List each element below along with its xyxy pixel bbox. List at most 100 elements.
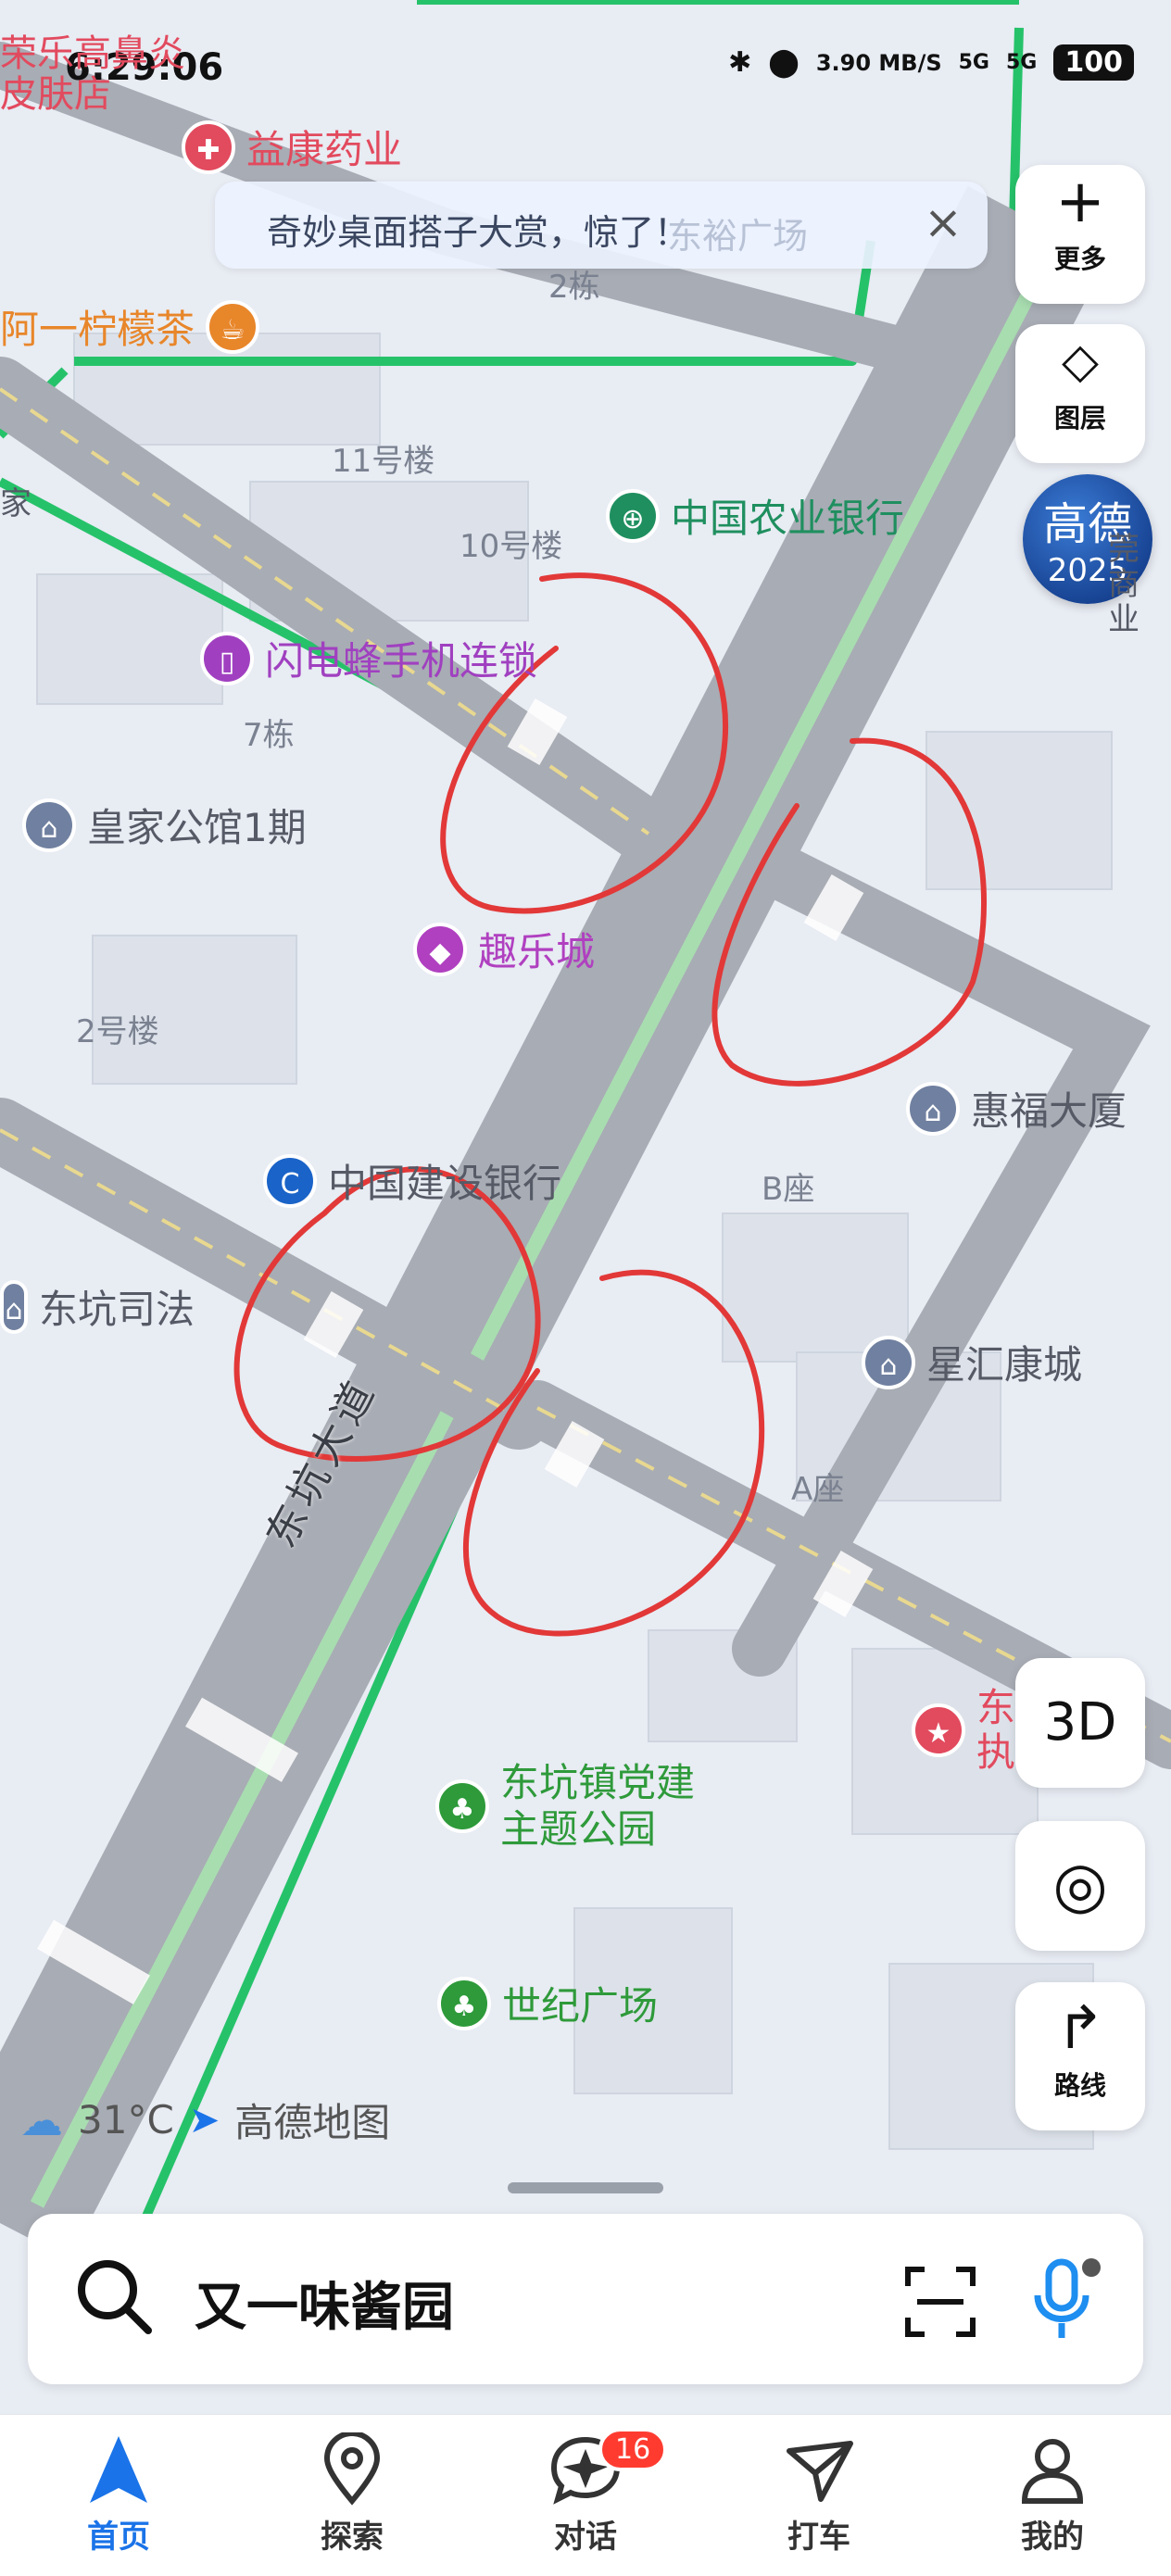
building-label: 11号楼 xyxy=(332,443,435,480)
more-label: 更多 xyxy=(1053,244,1106,274)
poi-huifu-building[interactable]: ⌂ 惠福大厦 xyxy=(906,1080,1127,1137)
3d-button[interactable]: 3D xyxy=(1015,1658,1145,1788)
tab-label: 我的 xyxy=(1021,2519,1084,2556)
poi-lemon-tea[interactable]: 阿一柠檬茶 ☕ xyxy=(0,298,260,355)
poi-label: 皇家公馆1期 xyxy=(87,805,307,850)
location-icon: ⬤ xyxy=(768,46,800,79)
building-label: 10号楼 xyxy=(460,528,563,565)
search-icon xyxy=(69,2251,161,2344)
poi-pifudian[interactable]: 荣乐高鼻炎皮肤店 xyxy=(0,33,213,115)
building-label: 东裕广场 xyxy=(667,216,809,257)
poi-abc-bank[interactable]: ⊕ 中国农业银行 xyxy=(606,487,904,544)
signal-5g-2: 5G xyxy=(1006,51,1038,74)
poi-label: 趣乐城 xyxy=(478,929,596,974)
locate-button[interactable]: ◎ xyxy=(1015,1821,1145,1951)
user-icon xyxy=(978,2428,1127,2511)
poi-ccb-bank[interactable]: C 中国建设银行 xyxy=(263,1152,561,1209)
route-button[interactable]: ↱ 路线 xyxy=(1015,1982,1145,2130)
more-button[interactable]: + 更多 xyxy=(1015,165,1145,304)
layers-icon: ◇ xyxy=(1062,333,1099,389)
building-label: 2栋 xyxy=(548,269,600,306)
pharmacy-icon: ✚ xyxy=(182,119,235,174)
tab-mine[interactable]: 我的 xyxy=(978,2428,1127,2557)
bluetooth-icon: ✱ xyxy=(728,46,752,79)
bank-icon: ⊕ xyxy=(606,488,660,543)
navigation-arrow-icon xyxy=(44,2428,193,2511)
layers-label: 图层 xyxy=(1053,403,1106,434)
status-icons: ✱ ⬤ 3.90 MB/S 5G 5G 100 xyxy=(728,44,1134,81)
poi-label: 东坑司法 xyxy=(39,1287,195,1332)
tab-label: 首页 xyxy=(87,2519,150,2556)
building-label: 2号楼 xyxy=(76,1013,159,1050)
route-label: 路线 xyxy=(1053,2070,1106,2101)
bank-icon: C xyxy=(263,1153,317,1208)
promo-banner[interactable]: 奇妙桌面搭子大赏，惊了！ × xyxy=(215,182,988,269)
temperature: 31°C xyxy=(78,2097,174,2142)
poi-label: 益康药业 xyxy=(246,127,403,172)
amap-logo-icon: ➤ xyxy=(188,2098,220,2142)
route-icon: ↱ xyxy=(1055,1994,1105,2063)
sheet-drag-handle[interactable] xyxy=(508,2182,663,2193)
tab-label: 探索 xyxy=(321,2519,384,2556)
scan-icon[interactable] xyxy=(899,2260,982,2344)
plus-icon: + xyxy=(1055,168,1105,236)
building-icon: ⌂ xyxy=(22,798,76,852)
building-icon: ⌂ xyxy=(862,1335,915,1389)
weather-widget[interactable]: ☁ 31°C ➤ 高德地图 xyxy=(20,2092,390,2148)
microphone-icon[interactable] xyxy=(1023,2253,1106,2345)
taxi-send-icon xyxy=(745,2428,893,2511)
poi-century-square[interactable]: ♣ 世纪广场 xyxy=(437,1975,658,2031)
tab-chat[interactable]: 对话 16 xyxy=(511,2428,668,2557)
poi-label: 惠福大厦 xyxy=(971,1088,1127,1134)
tab-taxi[interactable]: 打车 xyxy=(745,2428,893,2557)
tab-explore[interactable]: 探索 xyxy=(278,2428,426,2557)
poi-label: 世纪广场 xyxy=(502,1983,659,2029)
search-bar[interactable]: 又一味酱园 xyxy=(28,2214,1143,2384)
poi-xinghui-kangcheng[interactable]: ⌂ 星汇康城 xyxy=(862,1334,1082,1390)
battery-indicator: 100 xyxy=(1053,44,1134,81)
shopping-bag-icon: ◆ xyxy=(413,922,467,976)
poi-label: 东坑镇党建主题公园 xyxy=(500,1760,696,1852)
poi-label: 星汇康城 xyxy=(926,1342,1083,1388)
building-icon: ⌂ xyxy=(0,1279,28,1334)
park-icon: ♣ xyxy=(437,1976,491,2030)
cup-icon: ☕ xyxy=(206,299,260,354)
park-icon: ♣ xyxy=(435,1779,489,1833)
poi-label: 中国建设银行 xyxy=(328,1161,562,1206)
cloud-icon: ☁ xyxy=(20,2094,63,2145)
star-icon: ★ xyxy=(912,1703,965,1757)
layers-button[interactable]: ◇ 图层 xyxy=(1015,324,1145,463)
locate-icon: ◎ xyxy=(1052,1849,1108,1922)
poi-label: 阿一柠檬茶 xyxy=(0,307,195,352)
building-icon: ⌂ xyxy=(906,1081,960,1136)
poi-label: 中国农业银行 xyxy=(671,496,905,541)
poi-dongzhi[interactable]: ★ 东执 xyxy=(912,1685,1016,1775)
poi-yikang-pharmacy[interactable]: ✚ 益康药业 xyxy=(182,119,402,175)
close-icon[interactable]: × xyxy=(915,195,971,250)
poi-label: 闪电蜂手机连锁 xyxy=(265,638,538,684)
poi-phone-shop[interactable]: ▯ 闪电蜂手机连锁 xyxy=(200,630,537,686)
building-label: 7栋 xyxy=(243,717,295,754)
chat-unread-badge: 16 xyxy=(598,2428,668,2471)
3d-label: 3D xyxy=(1043,1692,1117,1753)
poi-royal-mansion[interactable]: ⌂ 皇家公馆1期 xyxy=(22,797,307,853)
poi-party-park[interactable]: ♣ 东坑镇党建主题公园 xyxy=(435,1760,723,1853)
signal-5g-1: 5G xyxy=(958,51,989,74)
tab-label: 对话 xyxy=(554,2519,617,2556)
poi-label: 荣乐高鼻炎皮肤店 xyxy=(0,32,185,116)
bottom-nav: 首页 探索 对话 16 打车 我的 xyxy=(0,2414,1171,2576)
building-label: B座 xyxy=(762,1171,815,1208)
building-label: 莞商业 xyxy=(1108,531,1140,638)
search-input[interactable]: 又一味酱园 xyxy=(195,2266,454,2341)
poi-label: 东执 xyxy=(976,1685,1016,1775)
phone-icon: ▯ xyxy=(200,631,254,685)
tab-label: 打车 xyxy=(787,2519,850,2556)
location-pin-icon xyxy=(278,2428,426,2511)
net-speed: 3.90 MB/S xyxy=(815,49,942,76)
promo-banner-text[interactable]: 奇妙桌面搭子大赏，惊了！ xyxy=(267,204,689,255)
building-label: 家 xyxy=(0,485,31,522)
poi-judicial[interactable]: ⌂ 东坑司法 xyxy=(0,1278,195,1335)
building-label: A座 xyxy=(791,1471,845,1508)
tab-home[interactable]: 首页 xyxy=(44,2428,193,2557)
poi-qulecheng[interactable]: ◆ 趣乐城 xyxy=(413,921,595,977)
